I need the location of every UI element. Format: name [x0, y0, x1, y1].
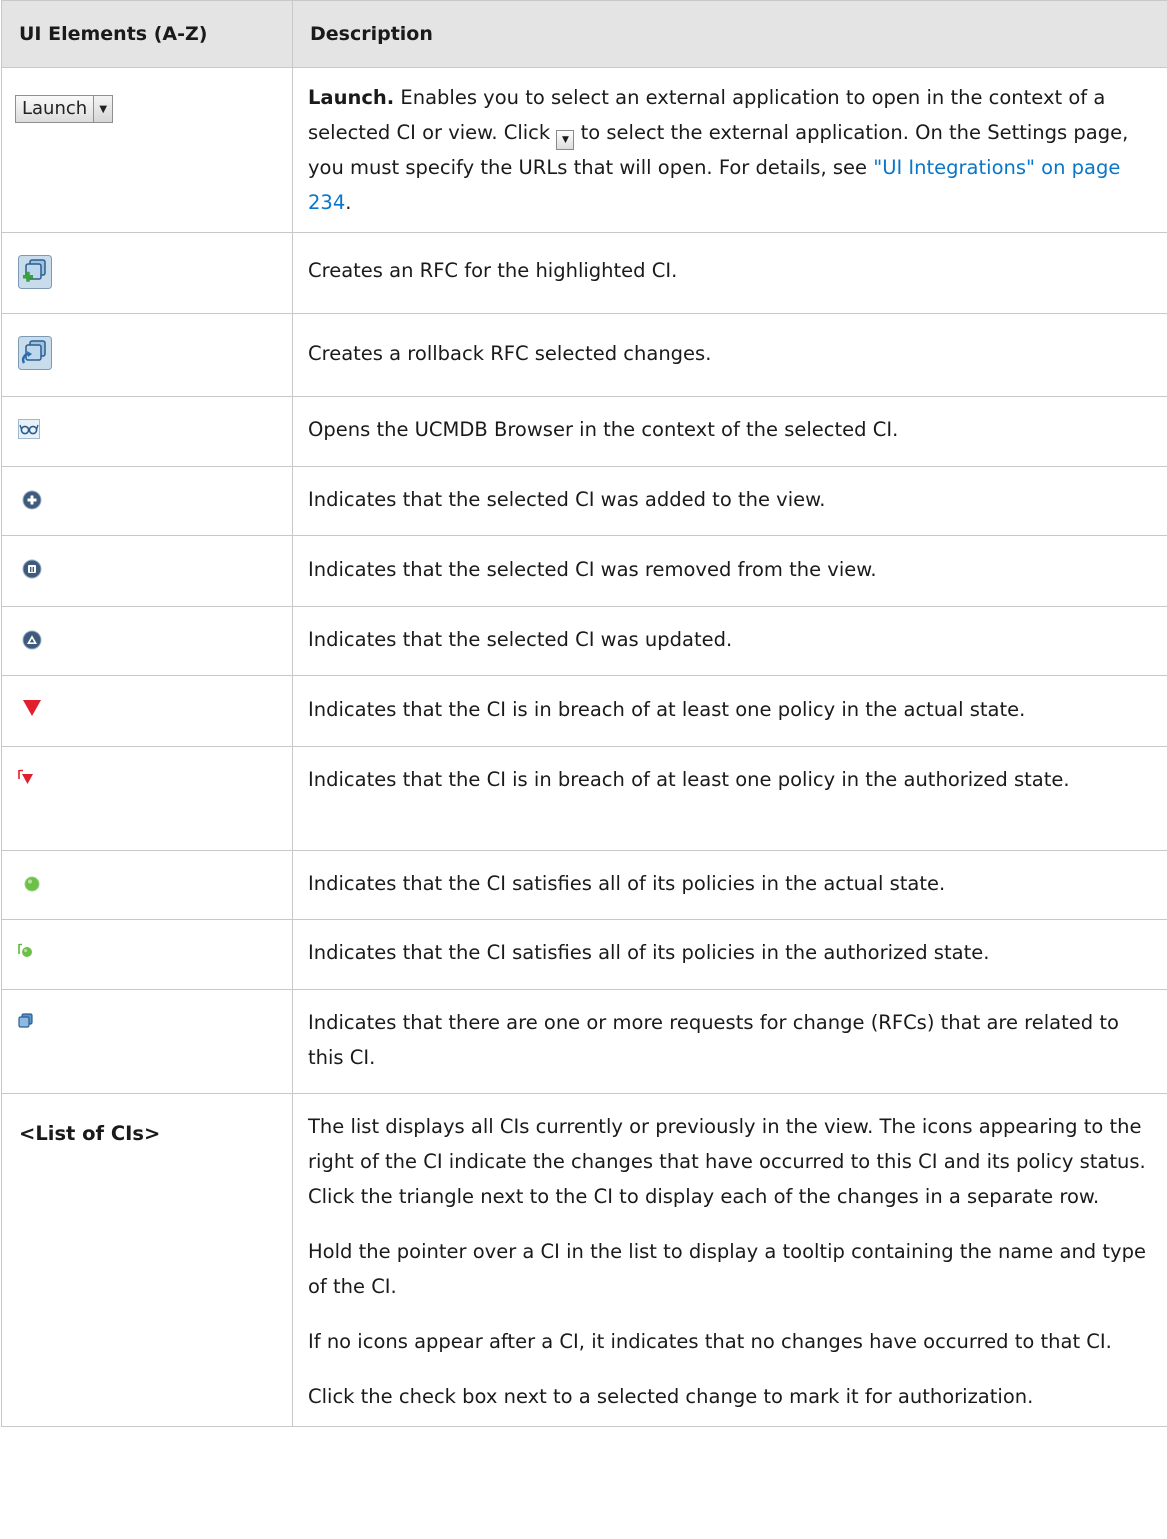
element-cell	[1, 919, 293, 990]
table-row: Indicates that there are one or more req…	[1, 989, 1167, 1094]
satisfied-authorized-icon	[18, 942, 282, 960]
table-header-row: UI Elements (A-Z) Description	[1, 0, 1167, 68]
table-row: Indicates that the selected CI was added…	[1, 466, 1167, 536]
launch-button-label: Launch	[22, 98, 88, 119]
table-row: Indicates that the CI satisfies all of i…	[1, 850, 1167, 920]
rollback-rfc-icon[interactable]	[18, 336, 282, 370]
description-paragraph: Hold the pointer over a CI in the list t…	[308, 1240, 1146, 1298]
launch-button[interactable]: Launch ▼	[15, 95, 114, 123]
description-paragraph: The list displays all CIs currently or p…	[308, 1115, 1146, 1208]
element-cell	[1, 466, 293, 536]
description-cell: Indicates that the selected CI was updat…	[292, 606, 1167, 676]
table-row: <List of CIs> The list displays all CIs …	[1, 1093, 1167, 1427]
description-text: .	[345, 191, 352, 214]
element-cell	[1, 675, 293, 747]
rfc-related-icon	[18, 1012, 282, 1030]
table-row: Creates an RFC for the highlighted CI.	[1, 232, 1167, 314]
description-paragraph: Click the check box next to a selected c…	[308, 1385, 1034, 1408]
added-icon	[18, 489, 282, 511]
description-cell: Indicates that the CI satisfies all of i…	[292, 919, 1167, 990]
description-cell: Indicates that there are one or more req…	[292, 989, 1167, 1094]
element-cell	[1, 232, 293, 314]
element-cell	[1, 746, 293, 851]
description-cell: Indicates that the CI is in breach of at…	[292, 746, 1167, 851]
chevron-down-icon[interactable]: ▼	[93, 96, 113, 122]
description-cell: Indicates that the CI is in breach of at…	[292, 675, 1167, 747]
column-header-ui-elements: UI Elements (A-Z)	[1, 0, 293, 68]
browser-glasses-icon[interactable]	[18, 419, 282, 439]
description-paragraph: If no icons appear after a CI, it indica…	[308, 1330, 1112, 1353]
column-header-description: Description	[292, 0, 1167, 68]
dropdown-arrow-icon: ▼	[556, 130, 575, 150]
removed-icon	[18, 558, 282, 580]
table-row: Indicates that the CI is in breach of at…	[1, 746, 1167, 851]
description-cell: Indicates that the selected CI was remov…	[292, 535, 1167, 607]
table-row: Creates a rollback RFC selected changes.	[1, 313, 1167, 397]
list-of-cis-label: <List of CIs>	[19, 1122, 161, 1145]
ui-elements-table: UI Elements (A-Z) Description Launch ▼ L…	[1, 0, 1167, 1427]
description-cell: Launch. Enables you to select an externa…	[292, 67, 1167, 233]
description-cell: The list displays all CIs currently or p…	[292, 1093, 1167, 1427]
element-cell	[1, 535, 293, 607]
table-row: Launch ▼ Launch. Enables you to select a…	[1, 67, 1167, 233]
description-cell: Creates an RFC for the highlighted CI.	[292, 232, 1167, 314]
element-cell: <List of CIs>	[1, 1093, 293, 1427]
element-cell	[1, 396, 293, 467]
element-cell: Launch ▼	[1, 67, 293, 233]
table-row: Opens the UCMDB Browser in the context o…	[1, 396, 1167, 467]
table-row: Indicates that the CI is in breach of at…	[1, 675, 1167, 747]
description-cell: Opens the UCMDB Browser in the context o…	[292, 396, 1167, 467]
table-row: Indicates that the CI satisfies all of i…	[1, 919, 1167, 990]
description-cell: Indicates that the CI satisfies all of i…	[292, 850, 1167, 920]
description-cell: Indicates that the selected CI was added…	[292, 466, 1167, 536]
create-rfc-icon[interactable]	[18, 255, 282, 289]
element-cell	[1, 989, 293, 1094]
element-cell	[1, 313, 293, 397]
breach-actual-icon	[18, 698, 282, 718]
element-cell	[1, 850, 293, 920]
table-row: Indicates that the selected CI was remov…	[1, 535, 1167, 607]
element-cell	[1, 606, 293, 676]
description-cell: Creates a rollback RFC selected changes.	[292, 313, 1167, 397]
table-row: Indicates that the selected CI was updat…	[1, 606, 1167, 676]
element-term: Launch.	[308, 86, 395, 109]
breach-authorized-icon	[18, 769, 282, 787]
satisfied-actual-icon	[18, 873, 282, 895]
updated-icon	[18, 629, 282, 651]
